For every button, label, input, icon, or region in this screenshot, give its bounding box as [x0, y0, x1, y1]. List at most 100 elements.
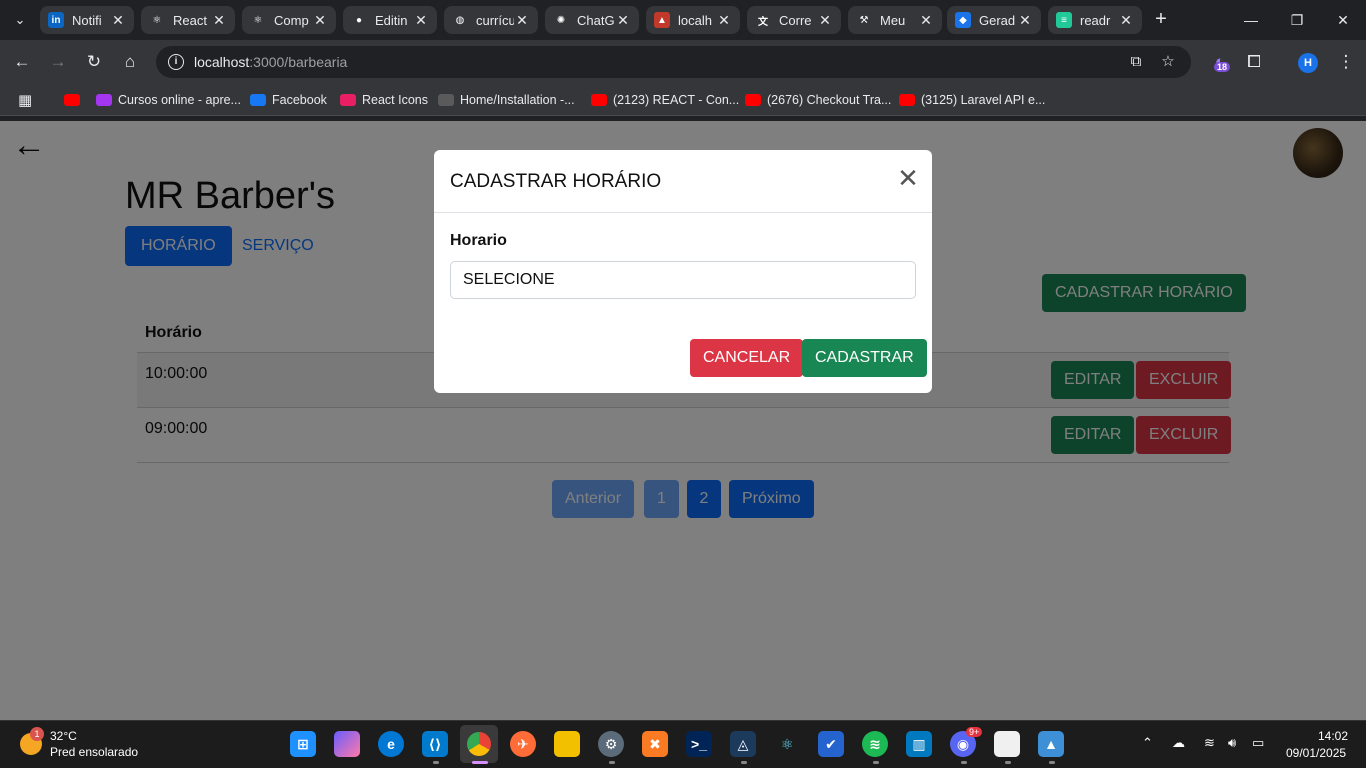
- cadastrar-horario-modal: CADASTRAR HORÁRIO ✕ Horario SELECIONE CA…: [434, 150, 932, 393]
- forward-icon[interactable]: →: [46, 50, 70, 74]
- todo-icon[interactable]: ✔: [818, 731, 844, 757]
- bookmark-label: (2676) Checkout Tra...: [767, 93, 892, 107]
- bookmark-item[interactable]: (2123) REACT - Con...: [591, 91, 739, 109]
- bookmark-item[interactable]: (2676) Checkout Tra...: [745, 91, 891, 109]
- chrome-icon[interactable]: [460, 725, 498, 763]
- browser-tab[interactable]: ✺ ChatG ✕: [545, 6, 639, 34]
- submit-button[interactable]: CADASTRAR: [802, 339, 927, 377]
- bookmark-item[interactable]: [64, 91, 86, 109]
- running-indicator: [609, 761, 615, 764]
- xampp-icon[interactable]: ✖: [642, 731, 668, 757]
- clock-time[interactable]: 14:02: [1318, 729, 1348, 743]
- close-tab-icon[interactable]: ✕: [716, 12, 732, 29]
- home-icon[interactable]: ⌂: [118, 50, 142, 74]
- restore-button[interactable]: ❐: [1274, 8, 1320, 32]
- spotify-icon[interactable]: ≋: [862, 731, 888, 757]
- youtube-icon: [64, 94, 80, 106]
- close-tab-icon[interactable]: ✕: [1118, 12, 1134, 29]
- close-tab-icon[interactable]: ✕: [1017, 12, 1033, 29]
- extension-badge: 18: [1214, 62, 1231, 72]
- bookmark-item[interactable]: Facebook: [250, 91, 327, 109]
- file-explorer-icon[interactable]: [554, 731, 580, 757]
- profile-avatar[interactable]: H: [1298, 53, 1318, 73]
- browser-tab[interactable]: 文 Corre ✕: [747, 6, 841, 34]
- discord-badge: 9+: [966, 727, 983, 737]
- tab-title: readr: [1080, 12, 1111, 28]
- browser-tab[interactable]: ⚛ React ✕: [141, 6, 235, 34]
- menu-kebab-icon[interactable]: ⋮: [1334, 50, 1358, 74]
- browser-tab[interactable]: ≡ readr ✕: [1048, 6, 1142, 34]
- battery-icon[interactable]: ▭: [1252, 735, 1264, 751]
- apps-grid-icon[interactable]: ▦: [18, 91, 32, 109]
- react-devtools-icon[interactable]: ⚛: [774, 731, 800, 757]
- react-icon: ⚛: [149, 12, 165, 28]
- bookmark-star-icon[interactable]: ☆: [1158, 52, 1178, 72]
- copilot-icon[interactable]: [334, 731, 360, 757]
- install-app-icon[interactable]: ⧉: [1126, 52, 1146, 72]
- active-indicator: [472, 761, 488, 764]
- weather-temperature[interactable]: 32°C: [50, 729, 77, 743]
- windows-start-icon[interactable]: ⊞: [290, 731, 316, 757]
- mysql-workbench-icon[interactable]: ◬: [730, 731, 756, 757]
- running-indicator: [873, 761, 879, 764]
- browser-tab[interactable]: ▲ localh ✕: [646, 6, 740, 34]
- onedrive-cloud-icon[interactable]: ☁: [1172, 735, 1185, 751]
- close-tab-icon[interactable]: ✕: [413, 12, 429, 29]
- bookmark-item[interactable]: React Icons: [340, 91, 428, 109]
- xampp-icon: ▲: [654, 12, 670, 28]
- horario-select[interactable]: SELECIONE: [450, 261, 916, 299]
- vscode-icon[interactable]: ⟨⟩: [422, 731, 448, 757]
- site-info-icon[interactable]: i: [168, 54, 184, 70]
- bookmark-item[interactable]: Home/Installation -...: [438, 91, 575, 109]
- volume-icon[interactable]: 🔊︎: [1228, 735, 1236, 751]
- tray-chevron-up-icon[interactable]: ⌃: [1142, 735, 1153, 751]
- close-tab-icon[interactable]: ✕: [514, 12, 530, 29]
- browser-tab[interactable]: in Notifi ✕: [40, 6, 134, 34]
- running-indicator: [1049, 761, 1055, 764]
- doc-icon: ≡: [1056, 12, 1072, 28]
- tab-search-chevron-icon[interactable]: ⌄: [8, 8, 32, 32]
- close-tab-icon[interactable]: ✕: [312, 12, 328, 29]
- browser-tab[interactable]: ● Editin ✕: [343, 6, 437, 34]
- new-tab-button[interactable]: +: [1149, 8, 1173, 32]
- close-tab-icon[interactable]: ✕: [817, 12, 833, 29]
- back-icon[interactable]: ←: [10, 50, 34, 74]
- close-tab-icon[interactable]: ✕: [110, 12, 126, 29]
- close-tab-icon[interactable]: ✕: [615, 12, 631, 29]
- browser-tab[interactable]: ◍ currícu ✕: [444, 6, 538, 34]
- bookmark-item[interactable]: Cursos online - apre...: [96, 91, 241, 109]
- weather-badge: 1: [30, 727, 44, 741]
- trello-icon[interactable]: ▥: [906, 731, 932, 757]
- close-icon[interactable]: ✕: [897, 165, 919, 191]
- bookmark-item[interactable]: (3125) Laravel API e...: [899, 91, 1045, 109]
- facebook-icon: [250, 94, 266, 106]
- settings-icon[interactable]: ⚙: [598, 731, 624, 757]
- close-window-button[interactable]: ✕: [1320, 8, 1366, 32]
- powershell-icon[interactable]: >_: [686, 731, 712, 757]
- photos-icon[interactable]: ▲: [1038, 731, 1064, 757]
- browser-tab[interactable]: ◆ Gerad ✕: [947, 6, 1041, 34]
- close-tab-icon[interactable]: ✕: [211, 12, 227, 29]
- address-bar[interactable]: i localhost:3000/barbearia ⧉ ☆: [156, 46, 1191, 78]
- horario-field-label: Horario: [450, 232, 507, 249]
- bookmark-label: Cursos online - apre...: [118, 93, 241, 107]
- minimize-button[interactable]: —: [1228, 8, 1274, 32]
- weather-description[interactable]: Pred ensolarado: [50, 745, 138, 759]
- globe-icon: ◍: [452, 12, 468, 28]
- close-tab-icon[interactable]: ✕: [918, 12, 934, 29]
- browser-tab[interactable]: ⚒ Meu ✕: [848, 6, 942, 34]
- extensions-puzzle-icon[interactable]: ⧠: [1242, 50, 1266, 74]
- clock-date[interactable]: 09/01/2025: [1286, 746, 1346, 760]
- edge-icon[interactable]: e: [378, 731, 404, 757]
- browser-tab[interactable]: ⚛ Comp ✕: [242, 6, 336, 34]
- tab-title: ChatG: [577, 12, 615, 28]
- linkedin-icon: in: [48, 12, 64, 28]
- notepad-icon[interactable]: [994, 731, 1020, 757]
- wifi-icon[interactable]: ≋: [1204, 735, 1215, 751]
- postman-icon[interactable]: ✈: [510, 731, 536, 757]
- github-icon: ●: [351, 12, 367, 28]
- reload-icon[interactable]: ↻: [82, 50, 106, 74]
- translate-icon: 文: [755, 12, 771, 28]
- cancel-button[interactable]: CANCELAR: [690, 339, 804, 377]
- bookmark-label: (2123) REACT - Con...: [613, 93, 740, 107]
